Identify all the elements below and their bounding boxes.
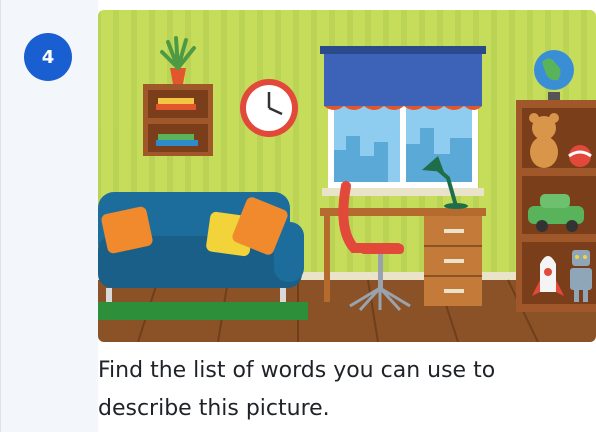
exercise-prompt: Find the list of words you can use to de… xyxy=(98,358,496,421)
ball-icon xyxy=(568,145,592,167)
exercise-content: Find the list of words you can use to de… xyxy=(98,0,596,432)
exercise-card: 4 Find the list of words you can use to … xyxy=(0,0,596,432)
step-gutter: 4 xyxy=(0,0,99,432)
step-number-badge: 4 xyxy=(24,33,72,81)
room-illustration xyxy=(98,10,596,342)
window-icon xyxy=(320,46,486,196)
clock-icon xyxy=(240,79,298,137)
books-icon xyxy=(143,84,213,156)
